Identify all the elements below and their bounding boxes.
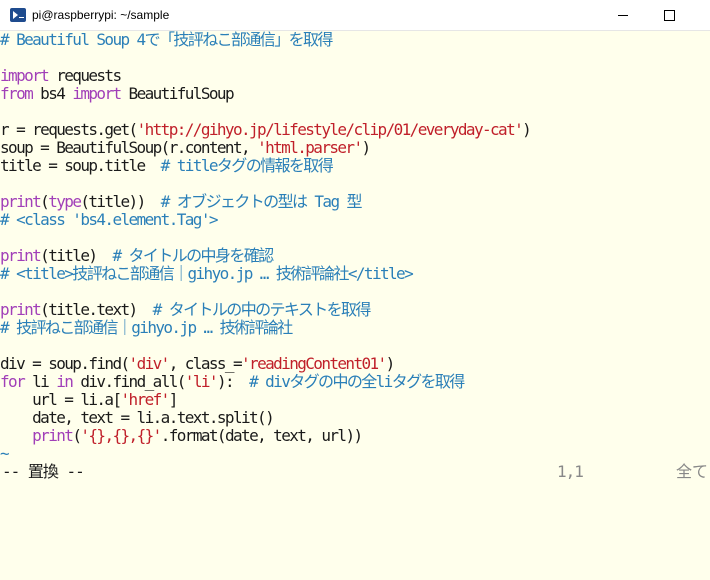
code-line[interactable]: title = soup.title # titleタグの情報を取得	[0, 157, 710, 175]
code-token: print	[32, 426, 74, 445]
code-line[interactable]: print(type(title)) # オブジェクトの型は Tag 型	[0, 193, 710, 211]
code-token: # 技評ねこ部通信｜gihyo.jp … 技術評論社	[0, 318, 293, 337]
code-token: div = soup.find(	[0, 354, 130, 373]
code-token: 'div'	[128, 354, 171, 373]
code-token: 'http://gihyo.jp/lifestyle/clip/01/every…	[136, 120, 524, 139]
code-token: soup = BeautifulSoup(r.content,	[0, 138, 258, 157]
code-token: 'li'	[184, 372, 219, 391]
title-bar[interactable]: pi@raspberrypi: ~/sample	[0, 0, 710, 31]
code-token: # Beautiful Soup 4で「技評ねこ部通信」を取得	[0, 30, 333, 49]
code-token: for	[0, 372, 26, 391]
code-token: date, text = li.a.text.split()	[0, 408, 275, 427]
minimize-icon	[618, 14, 628, 16]
code-line[interactable]: # <class 'bs4.element.Tag'>	[0, 211, 710, 229]
cursor-position: 1,1	[557, 462, 584, 481]
code-line[interactable]: r = requests.get('http://gihyo.jp/lifest…	[0, 121, 710, 139]
code-line[interactable]: from bs4 import BeautifulSoup	[0, 85, 710, 103]
code-token: print	[0, 300, 42, 319]
code-token: .format(date, text, url))	[160, 426, 363, 445]
code-token: ):	[216, 372, 250, 391]
code-token: 'html.parser'	[257, 138, 363, 157]
code-line[interactable]: # Beautiful Soup 4で「技評ねこ部通信」を取得	[0, 31, 710, 49]
terminal-window: pi@raspberrypi: ~/sample # Beautiful Sou…	[0, 0, 710, 496]
code-token: (title.text)	[40, 300, 153, 319]
code-line[interactable]: print('{},{},{}'.format(date, text, url)…	[0, 427, 710, 445]
code-token: # divタグの中の全liタグを取得	[249, 372, 465, 391]
code-token: (title)	[40, 246, 113, 265]
code-line[interactable]	[0, 283, 710, 301]
code-token: '{},{},{}'	[80, 426, 162, 445]
code-token: # オブジェクトの型は Tag 型	[160, 192, 363, 211]
code-token: import	[72, 84, 122, 103]
code-token: url = li.a[	[0, 390, 122, 409]
code-token: # <class 'bs4.element.Tag'>	[0, 210, 218, 229]
code-line[interactable]: # <title>技評ねこ部通信｜gihyo.jp … 技術評論社</title…	[0, 265, 710, 283]
mode-indicator: -- 置換 --	[2, 462, 85, 481]
code-line[interactable]: soup = BeautifulSoup(r.content, 'html.pa…	[0, 139, 710, 157]
minimize-button[interactable]	[600, 0, 646, 30]
code-token: # タイトルの中身を確認	[112, 246, 274, 265]
code-token: (	[40, 192, 50, 211]
code-line[interactable]: for li in div.find_all('li'): # divタグの中の…	[0, 373, 710, 391]
maximize-button[interactable]	[646, 0, 692, 30]
terminal-icon	[10, 8, 26, 22]
code-token: ]	[168, 390, 179, 409]
code-token: from	[0, 84, 34, 103]
code-line[interactable]: date, text = li.a.text.split()	[0, 409, 710, 427]
bottom-strip	[0, 486, 710, 496]
code-token: BeautifulSoup	[120, 84, 235, 103]
editor-buffer[interactable]: # Beautiful Soup 4で「技評ねこ部通信」を取得 import re…	[0, 31, 710, 465]
code-token: r = requests.get(	[0, 120, 138, 139]
scroll-indicator: 全て	[676, 462, 709, 481]
code-line[interactable]: print(title) # タイトルの中身を確認	[0, 247, 710, 265]
code-token: div.find_all(	[72, 372, 186, 391]
close-button[interactable]	[692, 0, 710, 30]
code-token: (title))	[80, 192, 161, 211]
code-token: # <title>技評ねこ部通信｜gihyo.jp … 技術評論社</title…	[0, 264, 414, 283]
code-token: # タイトルの中のテキストを取得	[152, 300, 372, 319]
maximize-icon	[663, 9, 675, 21]
code-token: 'readingContent01'	[241, 354, 387, 373]
code-line[interactable]	[0, 103, 710, 121]
code-line[interactable]	[0, 175, 710, 193]
code-token: # titleタグの情報を取得	[160, 156, 334, 175]
code-token: requests	[48, 66, 122, 85]
code-token: type	[48, 192, 82, 211]
code-token: li	[24, 372, 57, 391]
code-line[interactable]: import requests	[0, 67, 710, 85]
code-token: print	[0, 192, 42, 211]
code-token: import	[0, 66, 50, 85]
code-token: )	[361, 138, 372, 157]
code-token: , class_=	[168, 354, 243, 373]
code-token: print	[0, 246, 42, 265]
code-line[interactable]: print(title.text) # タイトルの中のテキストを取得	[0, 301, 710, 319]
status-line: -- 置換 -- 1,1 全て	[0, 460, 710, 484]
code-token: )	[385, 354, 396, 373]
code-line[interactable]	[0, 49, 710, 67]
code-token: in	[56, 372, 74, 391]
code-line[interactable]	[0, 229, 710, 247]
code-token: 'href'	[120, 390, 171, 409]
code-token: title = soup.title	[0, 156, 161, 175]
code-line[interactable]: url = li.a['href']	[0, 391, 710, 409]
code-line[interactable]: div = soup.find('div', class_='readingCo…	[0, 355, 710, 373]
code-line[interactable]: # 技評ねこ部通信｜gihyo.jp … 技術評論社	[0, 319, 710, 337]
code-token: )	[522, 120, 532, 139]
code-token: bs4	[32, 84, 73, 103]
code-line[interactable]	[0, 337, 710, 355]
window-title: pi@raspberrypi: ~/sample	[32, 8, 170, 22]
